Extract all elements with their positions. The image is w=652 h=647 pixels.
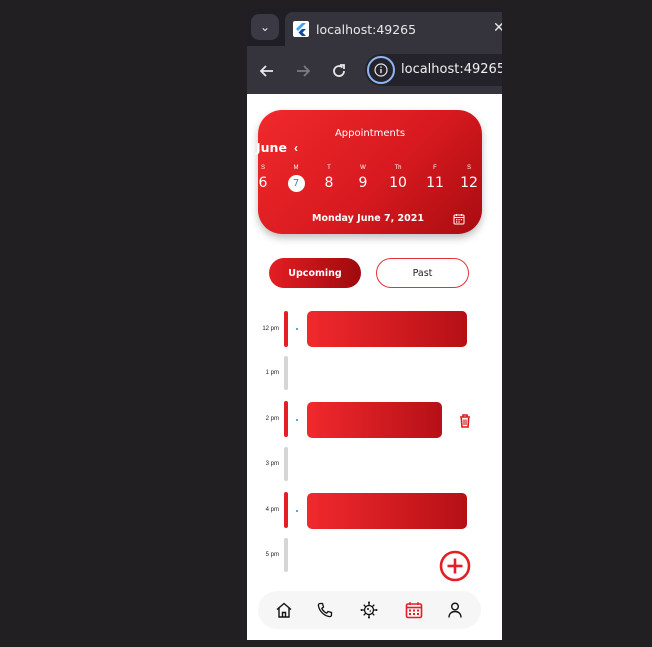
back-arrow-icon[interactable] (256, 60, 278, 82)
calendar-day[interactable]: T 8 (314, 165, 344, 192)
weekday-label: M (293, 165, 299, 171)
calendar-day[interactable]: S 12 (454, 165, 484, 192)
slot-indicator (284, 492, 288, 528)
slot-indicator (284, 538, 288, 572)
calendar-icon[interactable] (453, 213, 465, 225)
add-appointment-button[interactable] (439, 550, 471, 582)
reload-icon[interactable] (328, 60, 350, 82)
phone-icon[interactable] (316, 601, 334, 619)
slot-indicator (284, 447, 288, 481)
calendar-day[interactable]: Th 10 (383, 165, 413, 192)
weekday-label: S (466, 165, 471, 171)
slot-dot (296, 328, 298, 330)
forward-arrow-icon[interactable] (292, 60, 314, 82)
browser-tab[interactable]: localhost:49265 ✕ (285, 12, 502, 46)
time-label: 5 pm (265, 552, 279, 558)
app-page: Appointments June ‹ S 6 M 7 T 8 W 9 Th 1… (247, 94, 502, 640)
appointment-card[interactable] (307, 402, 442, 438)
tab-strip: ⌄ localhost:49265 ✕ (247, 8, 502, 46)
tab-title: localhost:49265 (316, 22, 417, 37)
time-label: 4 pm (265, 507, 279, 513)
calendar-day[interactable]: F 11 (420, 165, 450, 192)
chevron-left-icon[interactable]: ‹ (294, 141, 298, 155)
calendar-card: Appointments June ‹ S 6 M 7 T 8 W 9 Th 1… (256, 110, 484, 234)
appointment-card[interactable] (307, 493, 467, 529)
calendar-day[interactable]: S 6 (248, 165, 278, 192)
time-label: 1 pm (265, 370, 279, 376)
slot-indicator (284, 311, 288, 347)
day-number: 9 (358, 175, 368, 191)
day-number: 10 (389, 175, 407, 191)
weekday-label: F (433, 165, 437, 171)
day-number: 12 (460, 175, 478, 191)
bottom-navigation (258, 591, 481, 629)
day-number: 6 (258, 175, 268, 191)
address-bar[interactable]: localhost:49265 (365, 54, 502, 86)
browser-toolbar: localhost:49265 (247, 46, 502, 94)
appointment-card[interactable] (307, 311, 467, 347)
weekday-label: Th (394, 165, 402, 171)
upcoming-tab[interactable]: Upcoming (269, 258, 361, 288)
month-label[interactable]: June (256, 140, 287, 155)
tab-list-icon[interactable]: ⌄ (251, 14, 279, 40)
time-label: 3 pm (265, 461, 279, 467)
time-label: 2 pm (265, 416, 279, 422)
calendar-day[interactable]: W 9 (348, 165, 378, 192)
slot-dot (296, 419, 298, 421)
calendar-day-selected[interactable]: M 7 (281, 165, 311, 192)
slot-dot (296, 510, 298, 512)
virus-icon[interactable] (360, 601, 378, 619)
trash-icon[interactable] (458, 413, 472, 429)
url-text: localhost:49265 (401, 62, 502, 77)
weekday-label: S (260, 165, 265, 171)
past-tab[interactable]: Past (376, 258, 469, 288)
day-number: 11 (426, 175, 444, 191)
calendar-title: Appointments (334, 128, 406, 139)
browser-window: ⌄ localhost:49265 ✕ localhost:49265 Appo… (247, 8, 502, 640)
close-icon[interactable]: ✕ (493, 19, 502, 36)
day-number-selected: 7 (287, 175, 305, 192)
selected-date: Monday June 7, 2021 (312, 213, 424, 224)
flutter-favicon (293, 21, 309, 37)
site-info-icon[interactable] (367, 56, 395, 84)
slot-indicator (284, 356, 288, 390)
weekday-label: T (327, 165, 331, 171)
slot-indicator (284, 401, 288, 437)
calendar-icon[interactable] (405, 601, 423, 619)
weekday-label: W (360, 165, 366, 171)
time-label: 12 pm (262, 326, 279, 332)
day-number: 8 (324, 175, 334, 191)
person-icon[interactable] (446, 601, 464, 619)
home-icon[interactable] (275, 601, 293, 619)
